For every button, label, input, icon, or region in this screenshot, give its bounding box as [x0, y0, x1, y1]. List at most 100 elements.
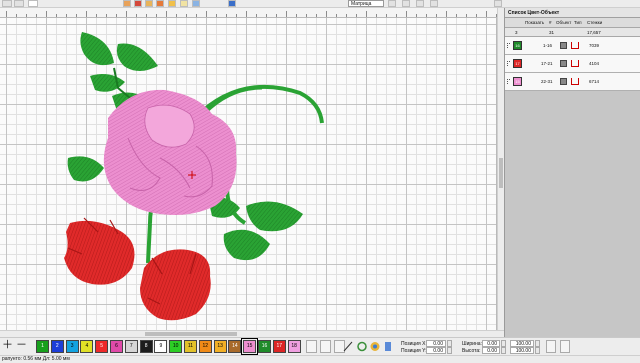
position-y-field[interactable]: 0.00 — [426, 347, 446, 354]
ruler-tick — [206, 11, 207, 17]
column-stitches: Стежки — [587, 20, 603, 25]
palette-swatch-18[interactable]: 18 — [287, 340, 301, 353]
tool-button[interactable] — [123, 0, 131, 7]
ruler-tick — [36, 14, 37, 17]
ruler-tick — [216, 14, 217, 17]
line-tool-icon[interactable] — [342, 340, 354, 353]
color-swatch[interactable]: 17 — [513, 59, 522, 68]
expand-icon[interactable] — [507, 61, 510, 66]
palette-swatch-4[interactable]: 4 — [80, 340, 94, 353]
ruler-tick — [116, 14, 117, 17]
vertical-scroll-thumb[interactable] — [499, 158, 503, 188]
color-sort-icon[interactable] — [306, 340, 317, 353]
ruler-tick — [406, 11, 407, 17]
expand-icon[interactable] — [507, 79, 510, 84]
column-number: # — [549, 20, 552, 25]
zoom-select[interactable]: Матрица — [348, 0, 384, 7]
ruler-tick — [96, 14, 97, 17]
redo-button[interactable] — [14, 0, 24, 7]
zoom-out-icon[interactable]: － — [16, 340, 27, 353]
tool-button[interactable] — [416, 0, 424, 7]
ruler-tick — [426, 14, 427, 17]
color-row[interactable]: 15 22-31 6714 — [505, 73, 640, 91]
grid-button[interactable] — [228, 0, 236, 7]
tool-button[interactable] — [192, 0, 200, 7]
color-swatch[interactable]: 15 — [513, 77, 522, 86]
palette-swatch-17[interactable]: 17 — [272, 340, 286, 353]
undo-button[interactable] — [2, 0, 12, 7]
ruler-tick — [246, 11, 247, 17]
color-row[interactable]: 17 17-21 4104 — [505, 55, 640, 73]
row-range: 17-21 — [541, 61, 553, 66]
tool-button[interactable] — [180, 0, 188, 7]
palette-swatch-5[interactable]: 5 — [95, 340, 109, 353]
tool-button[interactable] — [430, 0, 438, 7]
satin-type-icon — [571, 78, 579, 85]
color-row[interactable]: 16 1-16 7039 — [505, 37, 640, 55]
palette-swatch-2[interactable]: 2 — [50, 340, 64, 353]
embroidery-design — [64, 32, 324, 321]
apply-size-icon[interactable] — [560, 340, 570, 353]
ruler-tick — [456, 14, 457, 17]
tool-button[interactable] — [402, 0, 410, 7]
palette-swatch-16[interactable]: 16 — [258, 340, 271, 353]
position-y-stepper[interactable] — [447, 347, 452, 354]
ruler-tick — [6, 11, 7, 17]
ruler-tick — [476, 14, 477, 17]
palette-swatch-8[interactable]: 8 — [139, 340, 153, 353]
palette-swatch-6[interactable]: 6 — [110, 340, 123, 353]
palette-swatch-10[interactable]: 10 — [169, 340, 183, 353]
tool-button[interactable] — [494, 0, 502, 7]
horizontal-scrollbar[interactable] — [0, 330, 504, 337]
expand-icon[interactable] — [507, 43, 510, 48]
scale-width-stepper[interactable] — [535, 340, 540, 347]
height-stepper[interactable] — [501, 347, 506, 354]
lock-proportions-icon[interactable] — [546, 340, 556, 353]
color-group-icon[interactable] — [320, 340, 331, 353]
ruler-tick — [146, 14, 147, 17]
new-button[interactable] — [28, 0, 38, 7]
tool-button[interactable] — [145, 0, 153, 7]
palette-swatch-13[interactable]: 13 — [213, 340, 227, 353]
ruler-tick — [226, 14, 227, 17]
color-swatch[interactable]: 16 — [513, 41, 522, 50]
panel-column-headers: Показать # Объект Тип Стежки — [505, 18, 640, 28]
circle-tool-icon[interactable] — [356, 340, 368, 353]
palette-swatch-11[interactable]: 11 — [184, 340, 197, 353]
palette-swatch-15[interactable]: 15 — [241, 338, 259, 355]
palette-swatch-9[interactable]: 9 — [154, 340, 168, 353]
width-field[interactable]: 0.00 — [482, 340, 500, 347]
tool-button[interactable] — [134, 0, 142, 7]
horizontal-scroll-thumb[interactable] — [145, 332, 237, 336]
palette-swatch-14[interactable]: 14 — [228, 340, 242, 353]
tool-button[interactable] — [168, 0, 176, 7]
width-stepper[interactable] — [501, 340, 506, 347]
tool-button[interactable] — [156, 0, 164, 7]
palette-swatch-12[interactable]: 12 — [198, 340, 212, 353]
ruler-tick — [386, 14, 387, 17]
tool-button[interactable] — [388, 0, 396, 7]
thread-icon[interactable] — [382, 340, 394, 353]
ruler-tick — [166, 11, 167, 17]
position-x-field[interactable]: 0.00 — [426, 340, 446, 347]
position-x-stepper[interactable] — [447, 340, 452, 347]
ruler-tick — [236, 14, 237, 17]
ruler-tick — [86, 11, 87, 17]
palette-swatch-7[interactable]: 7 — [124, 340, 138, 353]
palette-swatch-3[interactable]: 3 — [65, 340, 79, 353]
design-canvas[interactable] — [0, 18, 497, 330]
ruler-tick — [276, 14, 277, 17]
ruler-tick — [336, 14, 337, 17]
color-wheel-icon[interactable] — [369, 340, 381, 353]
scale-height-stepper[interactable] — [535, 347, 540, 354]
zoom-in-icon[interactable]: ＋ — [2, 340, 13, 353]
palette-swatch-1[interactable]: 1 — [36, 340, 49, 353]
ruler-tick — [316, 14, 317, 17]
color-object-panel: Список Цвет-Объект Показать # Объект Тип… — [504, 8, 640, 337]
scale-width-field[interactable]: 100.00 — [510, 340, 534, 347]
row-range: 1-16 — [543, 43, 553, 48]
vertical-scrollbar[interactable] — [497, 8, 504, 330]
scale-height-field[interactable]: 100.00 — [510, 347, 534, 354]
height-field[interactable]: 0.00 — [482, 347, 500, 354]
ruler-tick — [396, 14, 397, 17]
